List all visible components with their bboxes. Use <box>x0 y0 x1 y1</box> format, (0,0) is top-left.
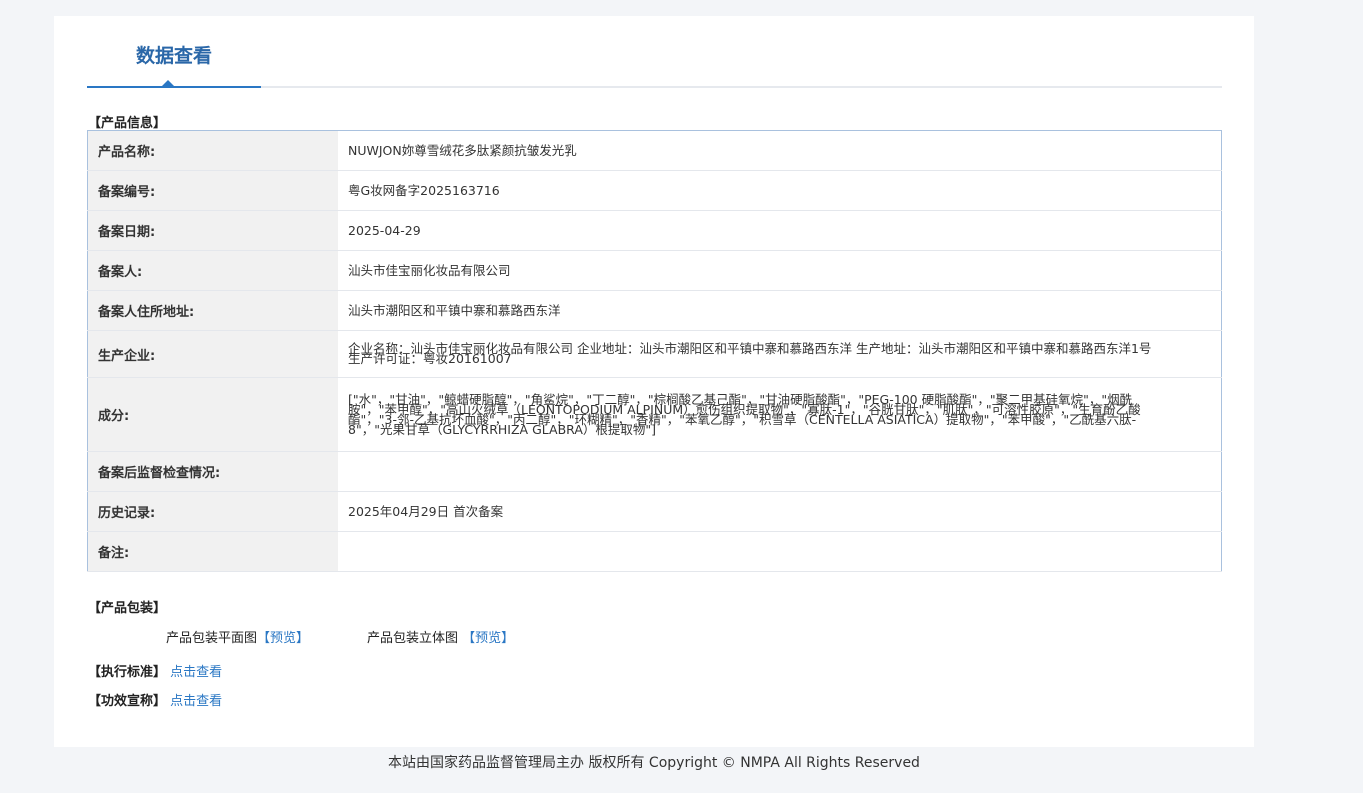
label-ingredients: 成分: <box>87 377 338 452</box>
label-registrant: 备案人: <box>87 250 338 291</box>
value-supervision <box>338 451 1222 492</box>
label-product-name: 产品名称: <box>87 130 338 171</box>
label-remarks: 备注: <box>87 531 338 572</box>
value-record-number: 粤G妆网备字2025163716 <box>338 170 1222 211</box>
row-product-name: 产品名称: NUWJON妳尊雪绒花多肽紧颜抗皱发光乳 <box>87 130 1222 171</box>
footer-copyright: 本站由国家药品监督管理局主办 版权所有 Copyright © NMPA All… <box>388 755 920 771</box>
value-record-date: 2025-04-29 <box>338 210 1222 251</box>
standard-row: 【执行标准】 点击查看 <box>88 661 222 680</box>
label-history: 历史记录: <box>87 491 338 532</box>
row-registrant: 备案人: 汕头市佳宝丽化妆品有限公司 <box>87 250 1222 291</box>
value-ingredients: ["水"，"甘油"，"鲸蜡硬脂醇"，"角鲨烷"，"丁二醇"，"棕榈酸乙基己酯"，… <box>338 377 1222 452</box>
packaging-flat: 产品包装平面图【预览】 <box>166 627 309 646</box>
value-history: 2025年04月29日 首次备案 <box>338 491 1222 532</box>
label-manufacturer: 生产企业: <box>87 330 338 378</box>
row-record-number: 备案编号: 粤G妆网备字2025163716 <box>87 170 1222 211</box>
row-record-date: 备案日期: 2025-04-29 <box>87 210 1222 251</box>
label-registrant-address: 备案人住所地址: <box>87 290 338 331</box>
value-registrant: 汕头市佳宝丽化妆品有限公司 <box>338 250 1222 291</box>
standard-label: 【执行标准】 <box>88 665 167 680</box>
tab-active-arrow <box>162 80 174 86</box>
tab-bar: 数据查看 <box>87 16 1222 88</box>
row-registrant-address: 备案人住所地址: 汕头市潮阳区和平镇中寨和慕路西东洋 <box>87 290 1222 331</box>
packaging-stereo-preview-link[interactable]: 【预览】 <box>462 631 514 646</box>
value-remarks <box>338 531 1222 572</box>
label-supervision: 备案后监督检查情况: <box>87 451 338 492</box>
row-history: 历史记录: 2025年04月29日 首次备案 <box>87 491 1222 532</box>
value-manufacturer: 企业名称：汕头市佳宝丽化妆品有限公司 企业地址：汕头市潮阳区和平镇中寨和慕路西东… <box>338 330 1222 378</box>
efficacy-label: 【功效宣称】 <box>88 694 167 709</box>
value-registrant-address: 汕头市潮阳区和平镇中寨和慕路西东洋 <box>338 290 1222 331</box>
product-info-title: 【产品信息】 <box>88 116 167 131</box>
label-record-number: 备案编号: <box>87 170 338 211</box>
packaging-flat-label: 产品包装平面图 <box>166 631 258 646</box>
row-manufacturer: 生产企业: 企业名称：汕头市佳宝丽化妆品有限公司 企业地址：汕头市潮阳区和平镇中… <box>87 330 1222 378</box>
row-supervision: 备案后监督检查情况: <box>87 451 1222 492</box>
product-info-table: 产品名称: NUWJON妳尊雪绒花多肽紧颜抗皱发光乳 备案编号: 粤G妆网备字2… <box>87 130 1222 572</box>
label-record-date: 备案日期: <box>87 210 338 251</box>
efficacy-row: 【功效宣称】 点击查看 <box>88 690 222 709</box>
packaging-stereo-label: 产品包装立体图 <box>367 631 459 646</box>
packaging-flat-preview-link[interactable]: 【预览】 <box>257 631 309 646</box>
row-ingredients: 成分: ["水"，"甘油"，"鲸蜡硬脂醇"，"角鲨烷"，"丁二醇"，"棕榈酸乙基… <box>87 377 1222 452</box>
value-product-name: NUWJON妳尊雪绒花多肽紧颜抗皱发光乳 <box>338 130 1222 171</box>
main-panel: 数据查看 【产品信息】 产品名称: NUWJON妳尊雪绒花多肽紧颜抗皱发光乳 备… <box>54 16 1254 747</box>
row-remarks: 备注: <box>87 531 1222 572</box>
packaging-stereo: 产品包装立体图 【预览】 <box>367 627 514 646</box>
efficacy-view-link[interactable]: 点击查看 <box>170 694 222 709</box>
packaging-title: 【产品包装】 <box>88 601 167 616</box>
standard-view-link[interactable]: 点击查看 <box>170 665 222 680</box>
tab-data-view[interactable]: 数据查看 <box>87 16 261 88</box>
